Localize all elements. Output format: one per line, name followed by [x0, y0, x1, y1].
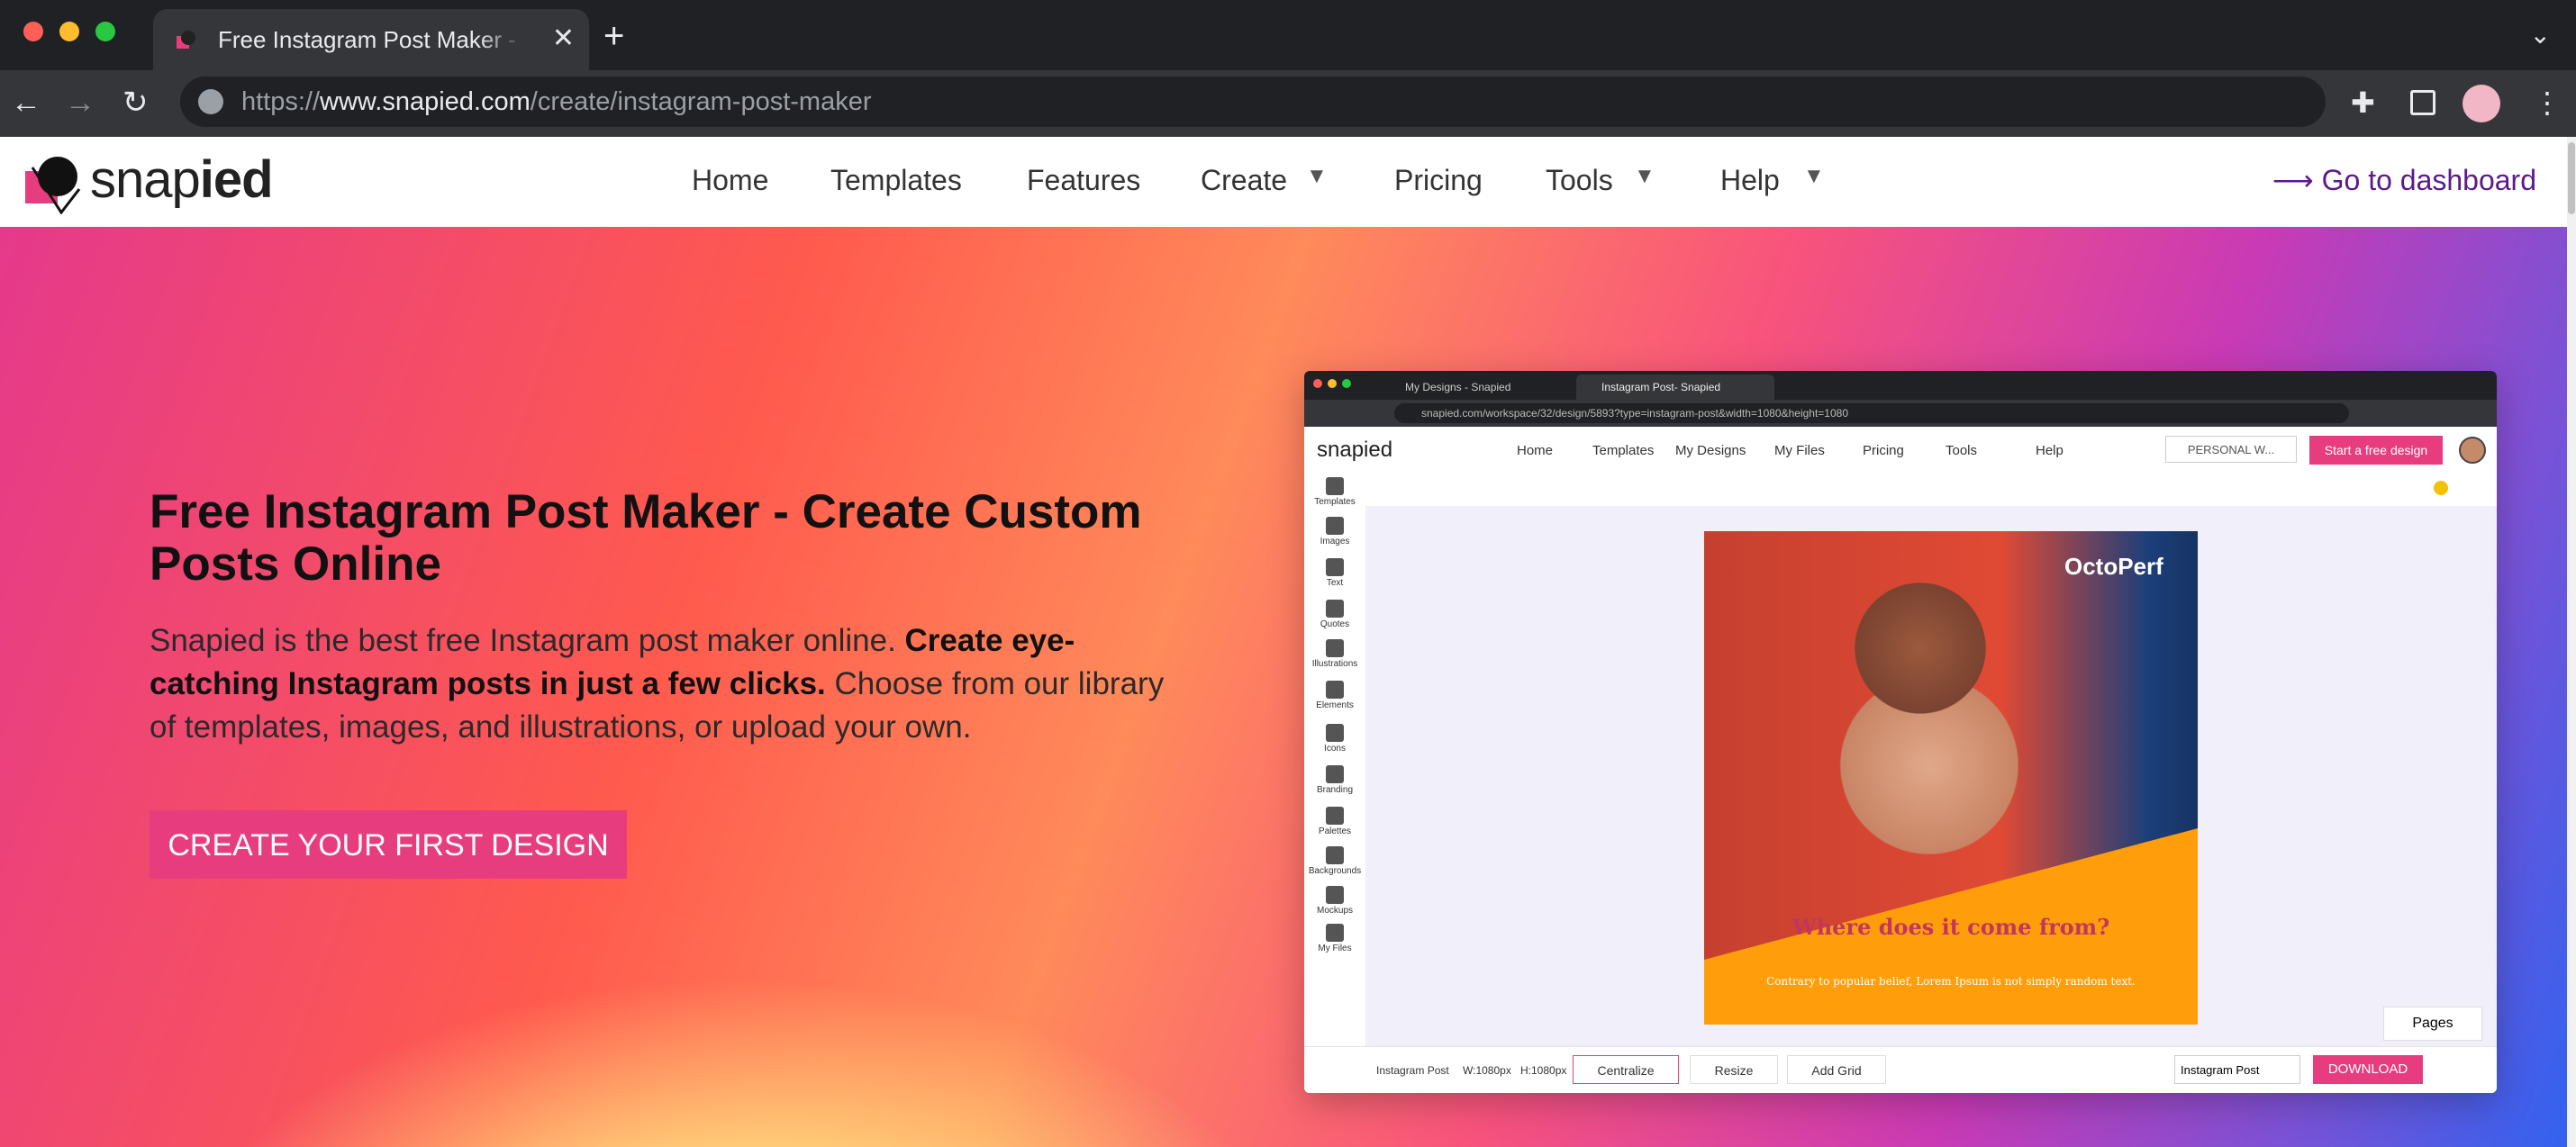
mockup-sidebar-backgrounds: Backgrounds — [1304, 846, 1365, 876]
browser-menu-icon[interactable]: ⋮ — [2533, 86, 2562, 120]
mockup-maximize-dot — [1342, 379, 1351, 388]
browser-tab[interactable]: Free Instagram Post Maker - Create Custo… — [153, 9, 589, 70]
mockup-sidebar-illustrations: Illustrations — [1304, 639, 1365, 669]
mockups-icon — [1326, 886, 1344, 904]
page-title: Free Instagram Post Maker - Create Custo… — [150, 485, 1142, 591]
mockup-sidebar-images: Images — [1304, 517, 1365, 546]
post-brand-logo: OctoPerf — [2064, 553, 2163, 580]
forward-arrow-icon[interactable]: → — [65, 83, 95, 122]
help-chevron-down-icon[interactable]: ▼ — [1803, 164, 1825, 189]
nav-create[interactable]: Create — [1201, 164, 1287, 197]
mockup-nav-pricing: Pricing — [1863, 443, 1904, 458]
mockup-design-type: Instagram Post — [1376, 1064, 1449, 1077]
profile-avatar[interactable] — [2463, 85, 2500, 122]
mockup-sidebar-my-files: My Files — [1304, 924, 1365, 953]
mockup-logo: snapied — [1317, 438, 1393, 462]
icons-icon — [1326, 724, 1344, 742]
site-header — [0, 137, 2576, 227]
background-icon — [1326, 846, 1344, 864]
mockup-tab-instagram-post: Instagram Post- Snapied — [1576, 375, 1774, 400]
mockup-add-grid-button: Add Grid — [1787, 1055, 1886, 1084]
mockup-design-name-field: Instagram Post — [2174, 1055, 2300, 1084]
hero-description: Snapied is the best free Instagram post … — [150, 623, 1165, 745]
page-scrollbar-thumb[interactable] — [2568, 142, 2575, 214]
mockup-sidebar-templates: Templates — [1304, 477, 1365, 507]
new-tab-icon[interactable]: + — [603, 18, 624, 54]
pen-icon — [1326, 558, 1344, 576]
nav-tools[interactable]: Tools — [1546, 164, 1613, 197]
mockup-nav-my-designs: My Designs — [1675, 443, 1746, 458]
palette-icon — [1326, 807, 1344, 825]
mockup-url: snapied.com/workspace/32/design/5893?typ… — [1394, 403, 2349, 423]
illustration-icon — [1326, 639, 1344, 657]
arrow-right-icon: ⟶ — [2272, 164, 2322, 196]
templates-icon — [1326, 477, 1344, 495]
mockup-height: H:1080px — [1520, 1064, 1567, 1077]
images-icon — [1326, 517, 1344, 535]
editor-mockup-image: My Designs - Snapied Instagram Post- Sna… — [1304, 371, 2497, 1093]
mockup-sidebar-elements: Elements — [1304, 681, 1365, 710]
nav-pricing[interactable]: Pricing — [1394, 164, 1483, 197]
extensions-puzzle-icon[interactable]: ✚ — [2351, 86, 2375, 120]
mockup-sidebar-quotes: Quotes — [1304, 600, 1365, 629]
gear-icon — [1326, 765, 1344, 783]
mockup-nav-my-files: My Files — [1774, 443, 1825, 458]
url-text: https://www.snapied.com/create/instagram… — [241, 87, 872, 116]
mockup-nav-help: Help — [2036, 443, 2064, 458]
mockup-sidebar-icons: Icons — [1304, 724, 1365, 754]
mockup-personal-workspace: PERSONAL W... — [2165, 436, 2297, 463]
page-scrollbar[interactable] — [2567, 137, 2576, 1147]
side-panel-icon[interactable] — [2410, 90, 2435, 115]
mockup-avatar — [2459, 437, 2486, 464]
nav-templates[interactable]: Templates — [830, 164, 962, 197]
tab-title: Free Instagram Post Maker - Create Custo… — [218, 26, 524, 53]
mockup-sidebar-text: Text — [1304, 558, 1365, 588]
mockup-pages-button: Pages — [2383, 1007, 2482, 1041]
mockup-nav-home: Home — [1517, 443, 1554, 458]
site-info-icon[interactable] — [198, 89, 223, 114]
mockup-download-button: DOWNLOAD — [2313, 1055, 2423, 1084]
quote-icon — [1326, 600, 1344, 618]
go-to-dashboard-link[interactable]: ⟶ Go to dashboard — [2272, 163, 2536, 197]
mockup-sidebar-mockups: Mockups — [1304, 886, 1365, 916]
mockup-sidebar-branding: Branding — [1304, 765, 1365, 795]
address-bar[interactable]: https://www.snapied.com/create/instagram… — [180, 77, 2326, 127]
mockup-close-dot — [1313, 379, 1322, 388]
elements-icon — [1326, 681, 1344, 699]
nav-features[interactable]: Features — [1027, 164, 1140, 197]
close-tab-icon[interactable]: ✕ — [552, 23, 575, 54]
snapied-logo-icon[interactable] — [25, 149, 83, 214]
mockup-tab-my-designs: My Designs - Snapied — [1405, 381, 1511, 393]
mockup-start-design-button: Start a free design — [2309, 436, 2443, 465]
mockup-nav-templates: Templates — [1592, 443, 1655, 458]
create-first-design-button[interactable]: CREATE YOUR FIRST DESIGN — [150, 810, 627, 879]
site-logo-text[interactable]: snapied — [90, 149, 274, 210]
minimize-window-button[interactable] — [59, 22, 79, 41]
post-subtitle: Contrary to popular belief, Lorem Ipsum … — [1766, 975, 2136, 988]
mockup-width: W:1080px — [1463, 1064, 1511, 1077]
create-chevron-down-icon[interactable]: ▼ — [1306, 164, 1328, 189]
nav-home[interactable]: Home — [692, 164, 768, 197]
mockup-edit-toolbar — [1365, 470, 2497, 506]
nav-help[interactable]: Help — [1720, 164, 1780, 197]
mockup-color-swatch — [2434, 481, 2448, 495]
close-window-button[interactable] — [23, 22, 43, 41]
mockup-sidebar — [1304, 470, 1366, 1046]
mockup-instagram-post: OctoPerf Where does it come from? Contra… — [1704, 531, 2198, 1025]
mockup-minimize-dot — [1328, 379, 1337, 388]
reload-icon[interactable]: ↻ — [122, 83, 149, 122]
mockup-centralize-button: Centralize — [1573, 1055, 1679, 1084]
mockup-resize-button: Resize — [1690, 1055, 1778, 1084]
tab-search-chevron-icon[interactable]: ⌄ — [2530, 20, 2551, 50]
post-title: Where does it come from? — [1791, 914, 2110, 940]
mockup-nav-tools: Tools — [1946, 443, 1978, 458]
maximize-window-button[interactable] — [95, 22, 115, 41]
tools-chevron-down-icon[interactable]: ▼ — [1634, 164, 1655, 189]
cloud-icon — [1326, 924, 1344, 942]
back-arrow-icon[interactable]: ← — [11, 83, 41, 122]
snapied-favicon-icon — [177, 31, 195, 49]
mockup-sidebar-palettes: Palettes — [1304, 807, 1365, 836]
